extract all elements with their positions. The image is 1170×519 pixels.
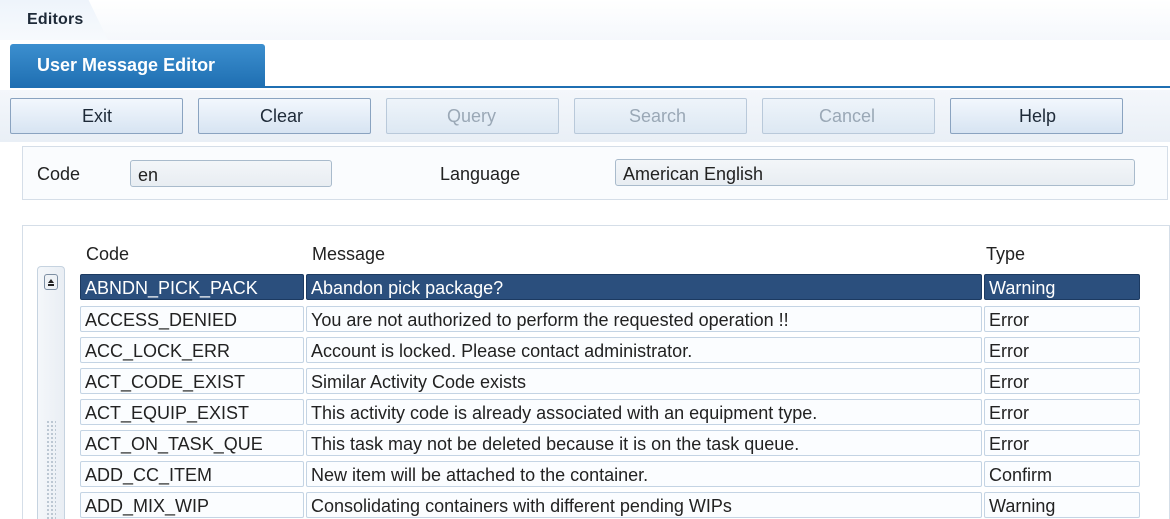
column-header-code[interactable]: Code: [86, 244, 129, 265]
cancel-button[interactable]: Cancel: [762, 98, 935, 134]
code-cell[interactable]: ABNDN_PICK_PACK: [80, 274, 304, 300]
table-row[interactable]: ACCESS_DENIED You are not authorized to …: [80, 306, 1142, 332]
code-field[interactable]: en: [130, 160, 332, 187]
type-cell[interactable]: Warning: [984, 274, 1140, 300]
message-cell[interactable]: New item will be attached to the contain…: [306, 461, 982, 487]
clear-button-label: Clear: [260, 106, 304, 126]
message-cell[interactable]: You are not authorized to perform the re…: [306, 306, 982, 332]
search-button-label: Search: [629, 106, 687, 126]
clear-button[interactable]: Clear: [198, 98, 371, 134]
code-cell[interactable]: ADD_MIX_WIP: [80, 492, 304, 518]
exit-button[interactable]: Exit: [10, 98, 183, 134]
help-button-label: Help: [1019, 106, 1057, 126]
code-cell[interactable]: ACC_LOCK_ERR: [80, 337, 304, 363]
code-cell[interactable]: ADD_CC_ITEM: [80, 461, 304, 487]
table-row[interactable]: ADD_CC_ITEM New item will be attached to…: [80, 461, 1142, 487]
search-button[interactable]: Search: [574, 98, 747, 134]
tab-user-message-editor[interactable]: User Message Editor: [10, 44, 265, 87]
message-cell[interactable]: Similar Activity Code exists: [306, 368, 982, 394]
language-label: Language: [440, 164, 521, 184]
code-label: Code: [37, 164, 81, 184]
code-cell[interactable]: ACT_EQUIP_EXIST: [80, 399, 304, 425]
type-cell[interactable]: Confirm: [984, 461, 1140, 487]
table-row[interactable]: ACT_EQUIP_EXIST This activity code is al…: [80, 399, 1142, 425]
type-cell[interactable]: Error: [984, 337, 1140, 363]
table-row[interactable]: ADD_MIX_WIP Consolidating containers wit…: [80, 492, 1142, 518]
help-button[interactable]: Help: [950, 98, 1123, 134]
editors-tab-label: Editors: [27, 11, 84, 28]
column-header-type[interactable]: Type: [986, 244, 1025, 265]
query-button-label: Query: [447, 106, 497, 126]
cancel-button-label: Cancel: [819, 106, 876, 126]
type-cell[interactable]: Error: [984, 399, 1140, 425]
table-row[interactable]: ACC_LOCK_ERR Account is locked. Please c…: [80, 337, 1142, 363]
type-cell[interactable]: Warning: [984, 492, 1140, 518]
query-button[interactable]: Query: [386, 98, 559, 134]
table-row[interactable]: ACT_ON_TASK_QUE This task may not be del…: [80, 430, 1142, 456]
language-field[interactable]: American English: [615, 159, 1135, 186]
column-header-message[interactable]: Message: [312, 244, 385, 265]
table-row[interactable]: ABNDN_PICK_PACK Abandon pick package? Wa…: [80, 274, 1142, 300]
type-cell[interactable]: Error: [984, 430, 1140, 456]
type-cell[interactable]: Error: [984, 306, 1140, 332]
scrollbar-grip[interactable]: [46, 420, 56, 519]
message-cell[interactable]: Account is locked. Please contact admini…: [306, 337, 982, 363]
editors-strip: [0, 0, 1170, 40]
code-cell[interactable]: ACCESS_DENIED: [80, 306, 304, 332]
message-cell[interactable]: This task may not be deleted because it …: [306, 430, 982, 456]
tab-underline: [10, 86, 1170, 88]
table-row[interactable]: ACT_CODE_EXIST Similar Activity Code exi…: [80, 368, 1142, 394]
exit-button-label: Exit: [82, 106, 113, 126]
scroll-up-icon[interactable]: [44, 274, 58, 290]
type-cell[interactable]: Error: [984, 368, 1140, 394]
message-cell[interactable]: Abandon pick package?: [306, 274, 982, 300]
page-title: User Message Editor: [37, 55, 216, 75]
code-cell[interactable]: ACT_CODE_EXIST: [80, 368, 304, 394]
code-cell[interactable]: ACT_ON_TASK_QUE: [80, 430, 304, 456]
message-cell[interactable]: This activity code is already associated…: [306, 399, 982, 425]
message-cell[interactable]: Consolidating containers with different …: [306, 492, 982, 518]
